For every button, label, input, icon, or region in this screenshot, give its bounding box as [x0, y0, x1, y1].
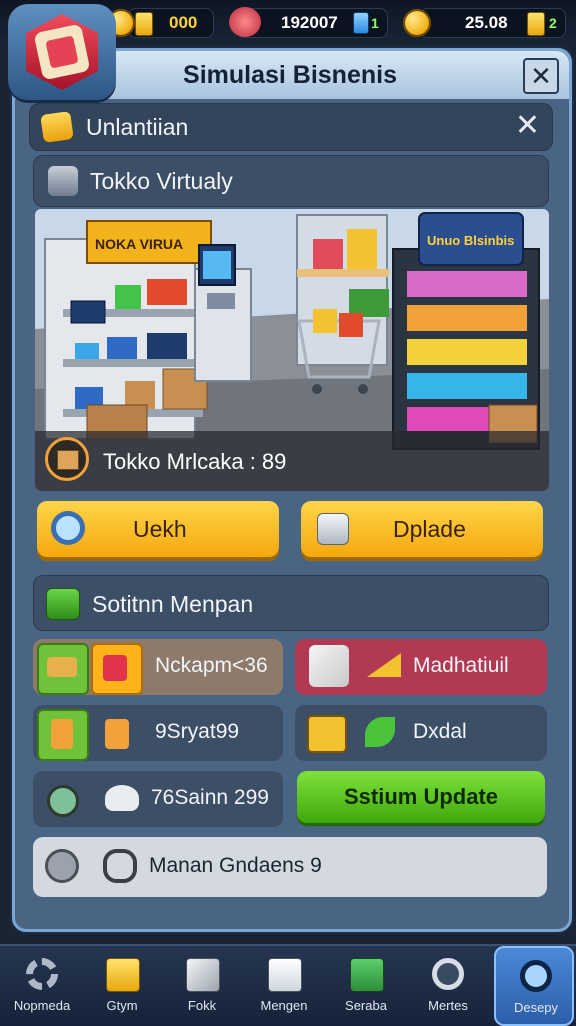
window-close-button[interactable]: ✕ [523, 58, 559, 94]
store-status-text: Tokko Mrlcaka : 89 [103, 449, 287, 474]
gear-icon [26, 958, 58, 990]
bottom-navigation: Nopmeda Gtym Fokk Mengen Seraba Mertes D… [0, 944, 576, 1026]
store-scene-image[interactable]: NOKA VIRUA Unuo Blsinbis Tokko Mrlcaka:… [35, 209, 549, 491]
row3-left-label: 76Sainn 299 [151, 786, 269, 809]
coins-resource[interactable]: 25.08 2 [403, 8, 566, 38]
simulation-window: Simulasi Bisnenis ✕ Unlantiian ✕ Tokko V… [12, 48, 572, 932]
cheese-icon [367, 653, 401, 677]
nav-label: Mertes [428, 998, 468, 1013]
section-crate-icon [46, 588, 80, 620]
gold-bar-icon [135, 12, 153, 36]
coins-badge: 2 [549, 15, 557, 31]
cash-badge: 1 [371, 15, 379, 31]
leaf-icon [365, 717, 395, 747]
row2-right-label: Dxdal [413, 720, 467, 743]
fire-extinguisher-icon [91, 643, 143, 695]
nav-item-metrics[interactable]: Mertes [408, 946, 488, 1026]
magnifier-icon [51, 511, 85, 545]
row4-label: Manan Gndaens 9 [149, 854, 322, 877]
timer-icon [47, 785, 79, 817]
section-header: Sotitnn Menpan [33, 575, 549, 631]
item-row-2-right[interactable]: Dxdal [295, 705, 547, 761]
gold-resource[interactable]: 000 [107, 8, 214, 38]
management-row[interactable]: Manan Gndaens 9 [33, 837, 547, 897]
infinity-icon [103, 849, 137, 883]
carrot-box-icon [105, 719, 129, 749]
nav-label: Desepy [513, 1000, 559, 1015]
nav-item-settings[interactable]: Nopmeda [2, 946, 82, 1026]
cash-register-icon [307, 715, 347, 753]
store-header-label: Tokko Virtualy [90, 168, 233, 194]
nav-label: Fokk [187, 998, 217, 1013]
logo-hexagon-icon [26, 14, 98, 90]
nav-label: Seraba [345, 998, 387, 1013]
store-status-icon [45, 437, 89, 481]
sandwich-icon [37, 643, 89, 695]
notice-close-icon[interactable]: ✕ [515, 108, 540, 143]
package-icon [268, 958, 302, 992]
coins-value: 25.08 [465, 13, 508, 32]
gem-icon [353, 12, 369, 34]
nav-label: Gtym [106, 998, 138, 1013]
upgrade-button-label: Dplade [393, 516, 466, 542]
chat-bubble-icon [520, 960, 552, 992]
system-update-button[interactable]: Sstium Update [297, 771, 545, 823]
item-row-1-right[interactable]: Madhatiuil [295, 639, 547, 695]
notice-bar: Unlantiian ✕ [29, 103, 553, 151]
dice-box-icon [309, 645, 349, 687]
stopwatch-icon [432, 958, 464, 990]
gift-icon [186, 958, 220, 992]
compass-icon [45, 849, 79, 883]
teapot-icon [105, 785, 139, 811]
window-title: Simulasi Bisnenis [183, 61, 397, 89]
nav-label: Mengen [260, 998, 308, 1013]
cash-resource[interactable]: 192007 1 [229, 7, 388, 38]
app-logo[interactable] [8, 4, 116, 100]
row2-left-label: 9Sryat99 [155, 720, 240, 743]
nav-item-market[interactable]: Seraba [326, 946, 406, 1026]
nav-item-manage[interactable]: Mengen [244, 946, 324, 1026]
row1-right-label: Madhatiuil [413, 654, 509, 677]
row1-left-label: Nckapm<36 [155, 654, 268, 677]
gold-box-icon [106, 958, 140, 992]
notice-title: Unlantiian [86, 114, 189, 140]
nav-item-shop[interactable]: Fokk [162, 946, 242, 1026]
store-sign-left: NOKA VIRUA [95, 236, 183, 252]
watering-can-icon [317, 513, 349, 545]
store-header: Tokko Virtualy [33, 155, 549, 207]
section-title: Sotitnn Menpan [92, 591, 254, 617]
item-row-2-left[interactable]: 9Sryat99 [33, 705, 283, 761]
store-box-icon [48, 166, 78, 196]
item-row-1-left[interactable]: Nckapm<36 [33, 639, 283, 695]
store-sign-right: Unuo Blsinbis [427, 233, 514, 248]
nav-item-gym[interactable]: Gtym [82, 946, 162, 1026]
jar-icon [37, 709, 89, 761]
gold-value: 000 [169, 13, 198, 32]
search-button[interactable]: Uekh [37, 501, 279, 557]
nav-item-desepy[interactable]: Desepy [494, 946, 574, 1026]
upgrade-button[interactable]: Dplade [301, 501, 543, 557]
cash-note-icon [527, 12, 545, 36]
wallet-icon [229, 7, 261, 37]
notice-badge-icon [40, 111, 74, 143]
nav-label: Nopmeda [13, 998, 71, 1013]
cash-value: 192007 [281, 13, 338, 32]
market-stall-icon [350, 958, 384, 992]
item-row-3-left[interactable]: 76Sainn 299 [33, 771, 283, 827]
search-button-label: Uekh [133, 516, 187, 542]
coin-icon [403, 9, 431, 37]
